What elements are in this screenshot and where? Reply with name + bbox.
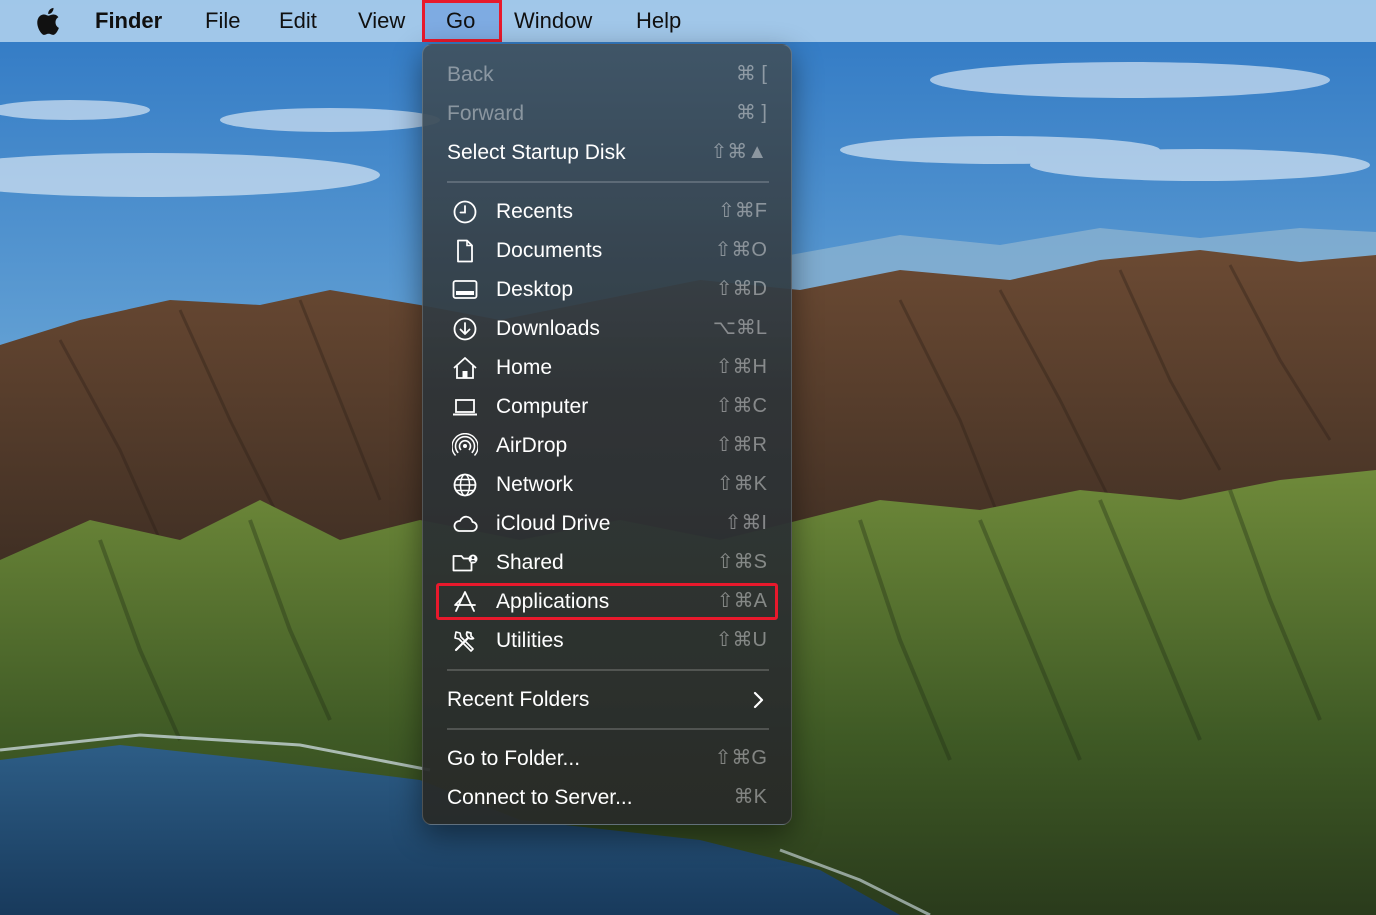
menu-item-documents[interactable]: Documents ⇧⌘O [423, 231, 793, 270]
utilities-icon [454, 631, 475, 652]
menu-finder[interactable]: Finder [95, 0, 162, 42]
laptop-icon [453, 399, 477, 416]
menu-item-connect-to-server[interactable]: Connect to Server... ⌘K [423, 778, 793, 817]
menu-item-go-to-folder[interactable]: Go to Folder... ⇧⌘G [423, 739, 793, 778]
shortcut-label: ⇧⌘H [715, 356, 767, 378]
clock-icon [453, 200, 477, 224]
menu-item-label: Desktop [496, 278, 574, 301]
menu-bar: Finder File Edit View Go Window Help [0, 0, 1376, 42]
menu-item-label: Connect to Server... [447, 786, 633, 809]
menu-item-icloud-drive[interactable]: iCloud Drive ⇧⌘I [423, 504, 793, 543]
menu-item-label: Recent Folders [447, 688, 590, 711]
menu-item-label: Back [447, 63, 494, 86]
menu-item-label: Utilities [496, 629, 564, 652]
shared-folder-icon [452, 554, 478, 572]
shortcut-label: ⇧⌘D [715, 278, 767, 300]
menu-item-label: Documents [496, 239, 603, 262]
shortcut-label: ⇧⌘G [714, 747, 767, 769]
menu-item-airdrop[interactable]: AirDrop ⇧⌘R [423, 426, 793, 465]
menu-item-back[interactable]: Back ⌘ [ [423, 55, 793, 94]
home-icon [453, 357, 477, 379]
menu-item-label: Home [496, 356, 553, 379]
shortcut-label: ⌘ ] [735, 102, 767, 124]
desktop-icon [452, 280, 478, 299]
menu-item-utilities[interactable]: Utilities ⇧⌘U [423, 621, 793, 660]
menu-item-downloads[interactable]: Downloads ⌥⌘L [423, 309, 793, 348]
menu-separator [447, 728, 769, 730]
shortcut-label: ⌘ [ [735, 63, 767, 85]
cloud-icon [453, 515, 478, 532]
menu-item-recent-folders[interactable]: Recent Folders [423, 680, 793, 719]
menu-item-label: Shared [496, 551, 564, 574]
shortcut-label: ⇧⌘C [715, 395, 767, 417]
shortcut-label: ⇧⌘O [714, 239, 767, 261]
globe-icon [453, 473, 477, 497]
menu-item-desktop[interactable]: Desktop ⇧⌘D [423, 270, 793, 309]
menu-item-network[interactable]: Network ⇧⌘K [423, 465, 793, 504]
menu-item-select-startup-disk[interactable]: Select Startup Disk ⇧⌘▲ [423, 133, 793, 172]
chevron-right-icon [753, 691, 764, 709]
menu-item-shared[interactable]: Shared ⇧⌘S [423, 543, 793, 582]
menu-item-label: Recents [496, 200, 574, 223]
menu-item-recents[interactable]: Recents ⇧⌘F [423, 192, 793, 231]
go-menu-dropdown: Back ⌘ [ Forward ⌘ ] Select Startup Disk… [422, 44, 792, 825]
download-icon [453, 317, 477, 341]
menu-edit[interactable]: Edit [279, 0, 317, 42]
menu-view[interactable]: View [358, 0, 405, 42]
menu-item-label: Downloads [496, 317, 600, 340]
shortcut-label: ⇧⌘▲ [710, 141, 767, 163]
apple-logo-icon[interactable] [34, 6, 60, 36]
menu-item-label: iCloud Drive [496, 512, 611, 535]
menu-item-label: Select Startup Disk [447, 141, 626, 164]
shortcut-label: ⇧⌘S [716, 551, 767, 573]
shortcut-label: ⇧⌘I [724, 512, 767, 534]
menu-item-label: Go to Folder... [447, 747, 581, 770]
menu-item-computer[interactable]: Computer ⇧⌘C [423, 387, 793, 426]
shortcut-label: ⇧⌘R [715, 434, 767, 456]
applications-highlight-box [436, 583, 778, 620]
shortcut-label: ⇧⌘U [715, 629, 767, 651]
menu-help[interactable]: Help [636, 0, 681, 42]
shortcut-label: ⌘K [733, 786, 767, 808]
shortcut-label: ⇧⌘F [718, 200, 767, 222]
menu-item-label: Forward [447, 102, 525, 125]
document-icon [457, 239, 473, 263]
menu-separator [447, 181, 769, 183]
menu-go[interactable]: Go [446, 0, 475, 42]
menu-item-label: Computer [496, 395, 589, 418]
menu-item-forward[interactable]: Forward ⌘ ] [423, 94, 793, 133]
menu-window[interactable]: Window [514, 0, 592, 42]
menu-file[interactable]: File [205, 0, 240, 42]
shortcut-label: ⇧⌘K [716, 473, 767, 495]
airdrop-icon [452, 433, 478, 456]
menu-item-label: AirDrop [496, 434, 568, 457]
menu-separator [447, 669, 769, 671]
menu-item-home[interactable]: Home ⇧⌘H [423, 348, 793, 387]
shortcut-label: ⌥⌘L [712, 317, 767, 339]
menu-item-label: Network [496, 473, 574, 496]
